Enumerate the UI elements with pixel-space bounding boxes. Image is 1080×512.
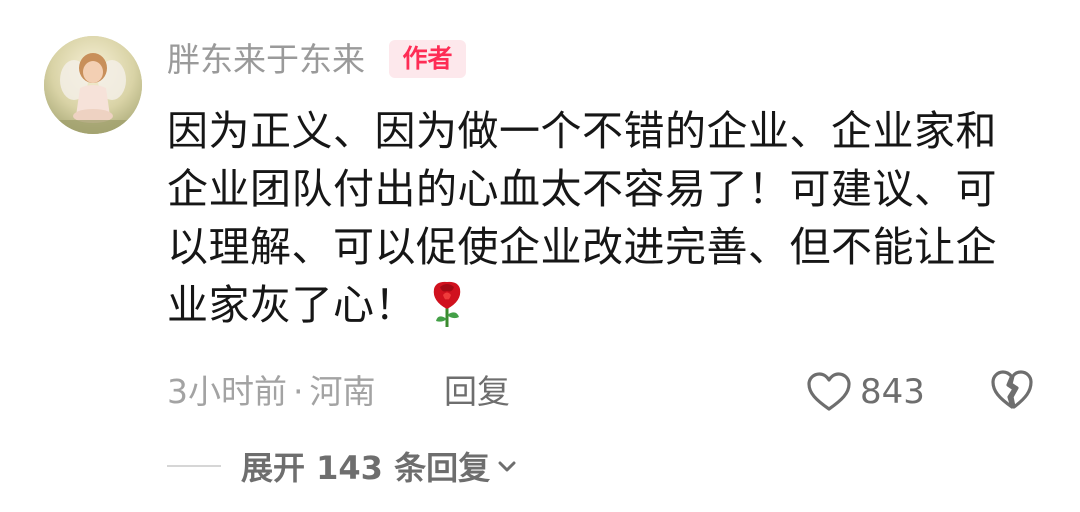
username[interactable]: 胖东来于东来	[167, 40, 365, 80]
chevron-down-icon	[498, 461, 516, 472]
rose-icon	[426, 277, 468, 329]
expand-divider	[167, 465, 221, 467]
comment-text: 因为正义、因为做一个不错的企业、企业家和企业团队付出的心血太不容易了！可建议、可…	[167, 102, 1027, 334]
expand-replies-button[interactable]: 展开 143 条回复	[167, 444, 518, 488]
heart-icon	[807, 372, 851, 411]
avatar-image	[44, 36, 142, 134]
like-button[interactable]: 843	[806, 366, 925, 418]
broken-heart-icon[interactable]	[990, 368, 1034, 412]
like-count: 843	[860, 372, 925, 412]
comment-text-content: 因为正义、因为做一个不错的企业、企业家和企业团队付出的心血太不容易了！可建议、可…	[167, 107, 997, 329]
comment-location: 河南	[309, 372, 376, 411]
comment-meta: 3小时前 · 河南	[167, 370, 376, 414]
comment-item: 胖东来于东来 作者 因为正义、因为做一个不错的企业、企业家和企业团队付出的心血太…	[0, 0, 1080, 512]
reply-button[interactable]: 回复	[444, 370, 510, 414]
expand-replies-label: 展开 143 条回复	[241, 449, 491, 487]
comment-time: 3小时前	[167, 372, 287, 411]
meta-separator: ·	[293, 372, 304, 411]
author-badge: 作者	[389, 40, 466, 78]
avatar[interactable]	[44, 36, 142, 134]
